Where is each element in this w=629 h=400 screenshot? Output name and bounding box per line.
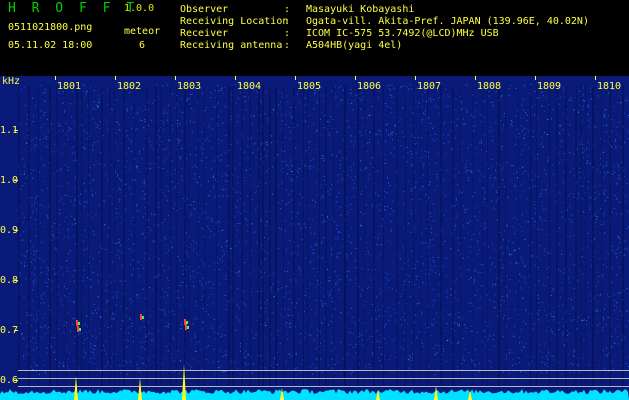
location-label: Receiving Location bbox=[180, 16, 289, 27]
time-stripes bbox=[18, 86, 624, 386]
time-tick-1802: 1802 bbox=[117, 81, 141, 92]
receiver-label: Receiver bbox=[180, 28, 229, 39]
receiver-value: ICOM IC-575 53.7492(@LCD)MHz USB bbox=[306, 28, 499, 39]
time-tick-1804: 1804 bbox=[237, 81, 261, 92]
time-tick-1806: 1806 bbox=[357, 81, 381, 92]
freq-tick-0-9: 0.9 bbox=[0, 225, 18, 236]
location-colon: : bbox=[284, 16, 291, 27]
observation-datetime: 05.11.02 18:00 bbox=[8, 40, 93, 51]
observer-value: Masayuki Kobayashi bbox=[306, 4, 415, 15]
time-tick-1809: 1809 bbox=[537, 81, 561, 92]
time-tick-1805: 1805 bbox=[297, 81, 321, 92]
spectrogram-image: kHz 1.1 1.0 0.9 0.8 0.7 0.6 1801 1802 18… bbox=[0, 76, 629, 400]
time-tick-1808: 1808 bbox=[477, 81, 501, 92]
spectrogram-panel: kHz 1.1 1.0 0.9 0.8 0.7 0.6 1801 1802 18… bbox=[0, 76, 629, 400]
time-tick-1807: 1807 bbox=[417, 81, 441, 92]
receiver-colon: : bbox=[284, 28, 291, 39]
signal-baseline bbox=[0, 389, 629, 400]
antenna-value: A504HB(yagi 4el) bbox=[306, 40, 403, 51]
observer-colon: : bbox=[284, 4, 291, 15]
app-title: H R O F F T bbox=[8, 1, 139, 16]
antenna-colon: : bbox=[284, 40, 291, 51]
observer-label: Observer bbox=[180, 4, 229, 15]
time-tick-1810: 1810 bbox=[597, 81, 621, 92]
antenna-label: Receiving antenna bbox=[180, 40, 283, 51]
file-name: 0511021800.png bbox=[8, 22, 93, 33]
freq-tick-1-0: 1.0 bbox=[0, 175, 18, 186]
meteor-echoes bbox=[76, 314, 189, 332]
freq-tick-1-1: 1.1 bbox=[0, 125, 18, 136]
freq-tick-0-7: 0.7 bbox=[0, 325, 18, 336]
freq-tick-0-8: 0.8 bbox=[0, 275, 18, 286]
meteor-label: meteor bbox=[124, 26, 161, 37]
freq-tick-0-6: 0.6 bbox=[0, 375, 18, 386]
freq-unit-label: kHz bbox=[2, 76, 20, 87]
time-tick-1803: 1803 bbox=[177, 81, 201, 92]
time-tick-1801: 1801 bbox=[57, 81, 81, 92]
header-panel: H R O F F T 1.0.0 0511021800.png 05.11.0… bbox=[0, 0, 629, 76]
meteor-count: 6 bbox=[139, 40, 146, 51]
app-version: 1.0.0 bbox=[124, 3, 155, 14]
location-value: Ogata-vill. Akita-Pref. JAPAN (139.96E, … bbox=[306, 16, 589, 27]
